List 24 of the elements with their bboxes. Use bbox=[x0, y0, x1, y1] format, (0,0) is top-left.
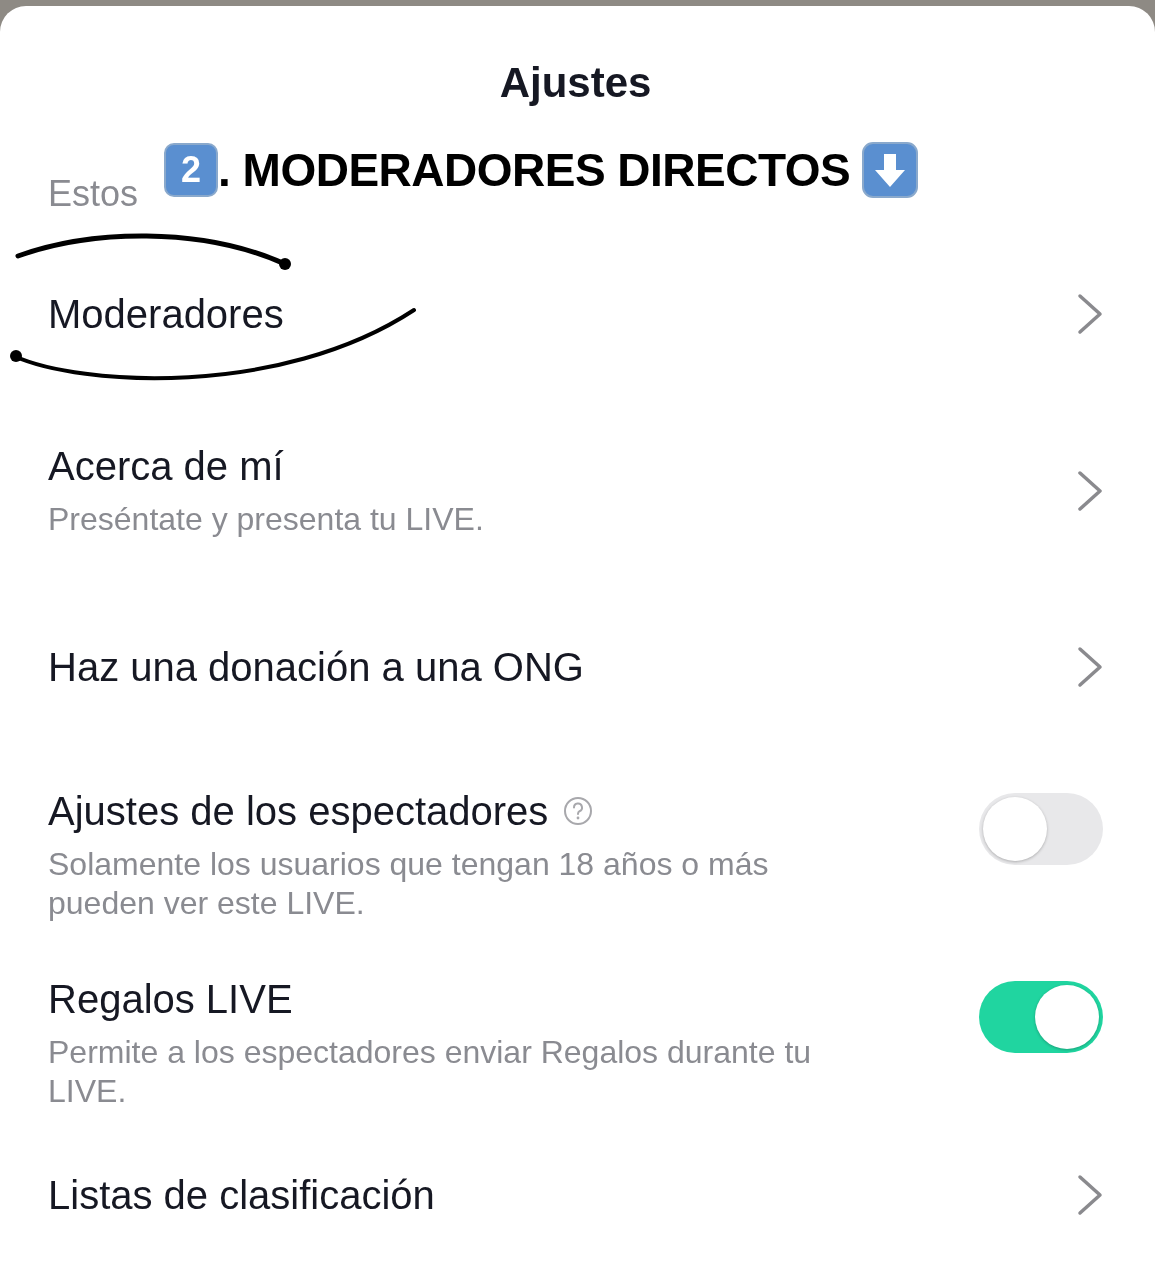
chevron-right-icon bbox=[1077, 293, 1103, 335]
section-hint: Estos bbox=[48, 173, 139, 214]
row-description: Solamente los usuarios que tengan 18 años o más pueden ver este LIVE. bbox=[48, 845, 770, 923]
chevron-right-icon bbox=[1077, 469, 1103, 512]
row-label: Ajustes de los espectadores bbox=[48, 788, 549, 835]
row-label: Moderadores bbox=[48, 291, 284, 338]
row-label: Listas de clasificación bbox=[48, 1172, 435, 1219]
annotation-caption: . MODERADORES DIRECTOS bbox=[218, 143, 851, 198]
chevron-right-icon bbox=[1077, 1174, 1103, 1216]
help-icon[interactable] bbox=[562, 795, 595, 827]
settings-row[interactable]: Regalos LIVE Permite a los espectadores enviar Regalos durante tu LIVE. bbox=[48, 931, 1103, 1119]
settings-row[interactable]: Ajustes de los espectadores Solamente los usuarios que tengan 18 años o más pueden ver este LIVE. bbox=[48, 743, 1103, 931]
number-keycap: 2 bbox=[164, 143, 218, 197]
row-label: Regalos LIVE bbox=[48, 976, 293, 1023]
row-label: Haz una donación a una ONG bbox=[48, 644, 584, 691]
row-description: Preséntate y presenta tu LIVE. bbox=[48, 500, 484, 539]
sheet-title: Ajustes bbox=[499, 58, 652, 108]
settings-row[interactable]: Acerca de mí Preséntate y presenta tu LIVE. bbox=[48, 390, 1103, 591]
row-description: Permite a los espectadores enviar Regalos durante tu LIVE. bbox=[48, 1033, 813, 1111]
settings-row[interactable]: Moderadores bbox=[48, 238, 1103, 390]
chevron-right-icon bbox=[1077, 646, 1103, 688]
row-label: Acerca de mí bbox=[48, 443, 284, 490]
settings-row[interactable]: Haz una donación a una ONG bbox=[48, 591, 1103, 743]
settings-row[interactable]: Listas de clasificación bbox=[48, 1119, 1103, 1271]
